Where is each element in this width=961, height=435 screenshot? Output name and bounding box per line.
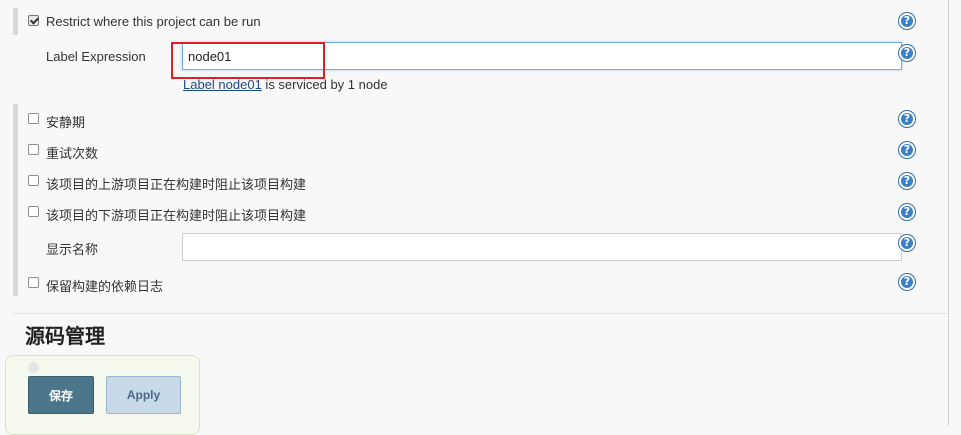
block-upstream-label: 该项目的上游项目正在构建时阻止该项目构建 — [46, 177, 307, 192]
label-status-text: is serviced by 1 node — [261, 77, 388, 92]
option-row-retry-count: 重试次数 — [13, 138, 943, 162]
label-expression-input[interactable] — [182, 42, 902, 70]
save-button[interactable]: 保存 — [28, 376, 94, 414]
display-name-input[interactable] — [182, 233, 902, 261]
keep-log-checkbox[interactable] — [28, 277, 39, 288]
label-expression-label: Label Expression — [46, 49, 146, 64]
section-divider — [13, 313, 948, 314]
display-name-help-icon[interactable]: ? — [899, 235, 915, 251]
retry-count-label: 重试次数 — [46, 146, 99, 161]
retry-count-checkbox[interactable] — [28, 144, 39, 155]
section-title: 源码管理 — [25, 326, 105, 348]
option-row-block-downstream: 该项目的下游项目正在构建时阻止该项目构建 — [13, 200, 943, 224]
label-status: Label node01 is serviced by 1 node — [183, 77, 388, 92]
quiet-period-checkbox[interactable] — [28, 113, 39, 124]
restrict-label: Restrict where this project can be run — [46, 14, 261, 29]
option-row-quiet-period: 安静期 — [13, 107, 943, 131]
block-upstream-checkbox[interactable] — [28, 175, 39, 186]
label-expression-help-icon[interactable]: ? — [899, 45, 915, 61]
quiet-period-label: 安静期 — [46, 115, 86, 130]
option-row-keep-log: 保留构建的依赖日志 — [13, 271, 943, 295]
keep-log-label: 保留构建的依赖日志 — [46, 279, 164, 294]
scm-option-radio[interactable] — [28, 362, 39, 373]
panel-right-border — [948, 0, 949, 426]
block-downstream-label: 该项目的下游项目正在构建时阻止该项目构建 — [46, 208, 307, 223]
display-name-label: 显示名称 — [46, 242, 99, 257]
restrict-row: Restrict where this project can be run — [13, 9, 943, 33]
restrict-checkbox[interactable] — [28, 15, 39, 26]
apply-button[interactable]: Apply — [106, 376, 181, 414]
label-node-link[interactable]: Label node01 — [183, 77, 262, 92]
restrict-help-icon[interactable]: ? — [899, 13, 915, 29]
quiet-period-help-icon[interactable]: ? — [899, 111, 915, 127]
retry-count-help-icon[interactable]: ? — [899, 142, 915, 158]
option-row-block-upstream: 该项目的上游项目正在构建时阻止该项目构建 — [13, 169, 943, 193]
block-downstream-help-icon[interactable]: ? — [899, 204, 915, 220]
block-downstream-checkbox[interactable] — [28, 206, 39, 217]
keep-log-help-icon[interactable]: ? — [899, 274, 915, 290]
block-upstream-help-icon[interactable]: ? — [899, 173, 915, 189]
